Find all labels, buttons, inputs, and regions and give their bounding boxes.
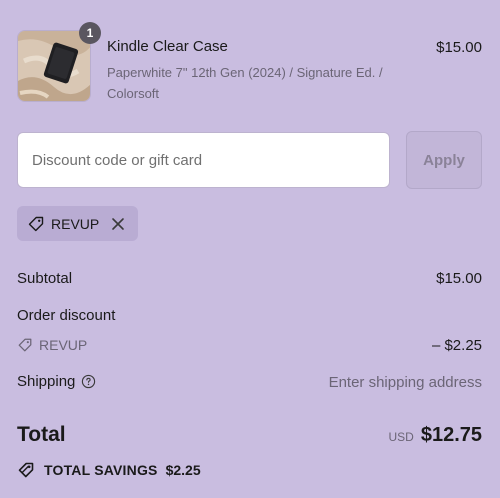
product-variant: Paperwhite 7" 12th Gen (2024) / Signatur… bbox=[107, 65, 383, 101]
order-discount-label: Order discount bbox=[17, 307, 116, 324]
product-thumbnail: 1 bbox=[17, 22, 101, 102]
savings-tag-icon bbox=[17, 461, 37, 479]
discount-value: – $2.25 bbox=[431, 337, 482, 354]
total-value: $12.75 bbox=[420, 424, 482, 446]
shipping-label: Shipping bbox=[17, 373, 76, 390]
close-icon[interactable] bbox=[111, 217, 125, 231]
apply-button[interactable]: Apply bbox=[406, 131, 482, 189]
tag-icon bbox=[17, 337, 33, 353]
product-price: $15.00 bbox=[436, 39, 482, 56]
total-label: Total bbox=[17, 423, 66, 446]
applied-code-label: REVUP bbox=[51, 215, 100, 232]
applied-discount-chip: REVUP bbox=[17, 206, 138, 241]
shipping-value: Enter shipping address bbox=[328, 374, 482, 391]
total-savings: TOTAL SAVINGS $2.25 bbox=[17, 461, 201, 479]
product-image bbox=[17, 30, 91, 102]
discount-code-text: REVUP bbox=[39, 337, 88, 353]
total-amount: USD $12.75 bbox=[388, 424, 482, 447]
subtotal-value: $15.00 bbox=[436, 270, 482, 287]
savings-label: TOTAL SAVINGS bbox=[44, 462, 158, 478]
quantity-badge: 1 bbox=[79, 22, 101, 44]
currency-code: USD bbox=[388, 430, 414, 444]
order-discount-code: REVUP bbox=[17, 337, 87, 353]
savings-value: $2.25 bbox=[165, 462, 201, 478]
subtotal-label: Subtotal bbox=[17, 270, 73, 287]
help-circle-icon[interactable] bbox=[81, 374, 96, 389]
tag-icon bbox=[27, 215, 45, 233]
discount-code-input[interactable] bbox=[17, 132, 390, 188]
product-name: Kindle Clear Case bbox=[107, 38, 228, 55]
shipping-row: Shipping bbox=[17, 373, 96, 390]
